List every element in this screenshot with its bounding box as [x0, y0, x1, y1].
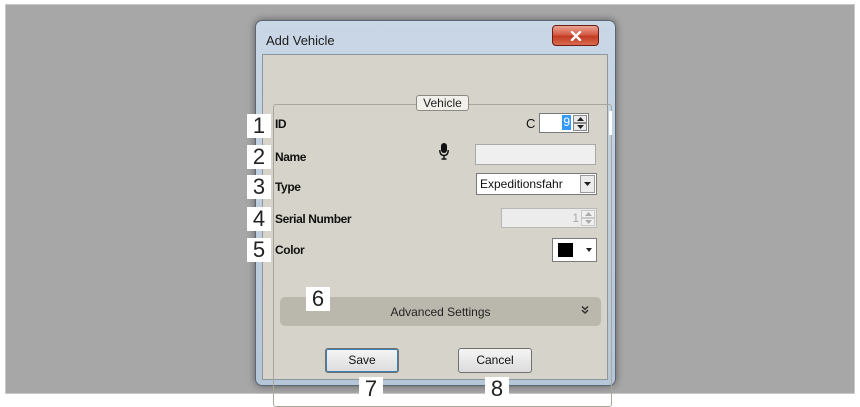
- chevron-down-icon: [584, 182, 591, 186]
- microphone-icon[interactable]: [439, 143, 449, 160]
- id-value[interactable]: 9: [562, 115, 571, 130]
- id-spin-up[interactable]: [573, 115, 587, 123]
- callout-4: 4: [247, 207, 271, 231]
- dialog-title: Add Vehicle: [266, 33, 335, 48]
- callout-7: 7: [359, 377, 383, 401]
- type-label: Type: [275, 180, 301, 194]
- group-label-vehicle: Vehicle: [416, 95, 469, 111]
- type-dropdown-button[interactable]: [580, 175, 595, 193]
- serial-spin-down[interactable]: [581, 218, 595, 226]
- callout-8: 8: [485, 377, 509, 401]
- double-chevron-down-icon: [581, 306, 589, 314]
- id-label: ID: [275, 117, 287, 131]
- name-input[interactable]: [475, 144, 596, 165]
- scroll-indicator: [609, 111, 612, 135]
- callout-3: 3: [247, 175, 271, 199]
- callout-5: 5: [247, 238, 271, 262]
- type-selected-value: Expeditionsfahr: [480, 177, 563, 191]
- color-swatch: [558, 243, 573, 257]
- save-button[interactable]: Save: [325, 348, 399, 373]
- callout-2: 2: [247, 145, 271, 169]
- add-vehicle-dialog: Add Vehicle Vehicle 1 ID C 9 2 Name 3 Ty…: [247, 20, 616, 407]
- id-spinner[interactable]: 9: [539, 113, 589, 133]
- arrow-up-icon: [584, 212, 592, 216]
- name-label: Name: [275, 150, 307, 164]
- cancel-button[interactable]: Cancel: [458, 348, 532, 373]
- color-picker[interactable]: [552, 238, 597, 262]
- callout-1: 1: [247, 114, 271, 138]
- chevron-down-icon: [586, 248, 592, 252]
- id-spin-down[interactable]: [573, 123, 587, 131]
- arrow-up-icon: [576, 117, 584, 121]
- serial-number-value: 1: [572, 211, 579, 225]
- serial-number-spinner[interactable]: 1: [501, 208, 597, 228]
- arrow-down-icon: [584, 220, 592, 224]
- close-button[interactable]: [552, 25, 599, 46]
- type-select[interactable]: Expeditionsfahr: [476, 173, 597, 195]
- id-prefix: C: [526, 116, 536, 131]
- close-x-icon: [570, 30, 581, 41]
- arrow-down-icon: [576, 125, 584, 129]
- serial-spin-up[interactable]: [581, 210, 595, 218]
- serial-number-label: Serial Number: [275, 212, 352, 226]
- color-label: Color: [275, 243, 305, 257]
- dialog-client-area: Vehicle 1 ID C 9 2 Name 3 Type Expeditio…: [247, 54, 612, 407]
- callout-6: 6: [306, 287, 330, 311]
